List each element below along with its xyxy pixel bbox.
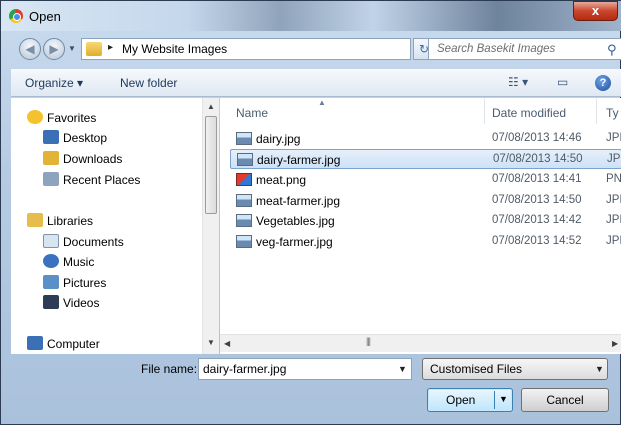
file-type: JPI	[606, 194, 621, 206]
file-name-combobox[interactable]: dairy-farmer.jpg ▼	[198, 358, 412, 380]
file-type: JPI	[607, 153, 621, 165]
open-dialog: Open x ◀ ▶ ▼ ▸ My Website Images ▼ ↻ Sea…	[0, 0, 621, 425]
column-header-type[interactable]: Ty	[606, 98, 619, 124]
image-file-icon	[236, 214, 252, 227]
chrome-icon	[9, 9, 23, 23]
file-name: Vegetables.jpg	[256, 214, 335, 228]
image-file-icon	[237, 153, 253, 166]
file-row-selected[interactable]: dairy-farmer.jpg 07/08/2013 14:50 JPI	[230, 149, 621, 169]
pictures-icon	[43, 275, 59, 289]
nav-item-label: Downloads	[63, 152, 123, 166]
image-file-icon	[236, 235, 252, 248]
help-icon[interactable]: ?	[595, 75, 611, 91]
file-date: 07/08/2013 14:50	[492, 194, 582, 206]
libraries-icon	[27, 213, 43, 227]
open-button-label: Open	[446, 393, 476, 407]
file-type-value: Customised Files	[430, 362, 523, 376]
forward-button[interactable]: ▶	[43, 38, 65, 60]
file-date: 07/08/2013 14:41	[492, 173, 582, 185]
column-header-name[interactable]: Name	[236, 98, 268, 124]
nav-item-label: Desktop	[63, 131, 108, 145]
folder-icon	[86, 42, 102, 56]
file-name: meat.png	[256, 173, 307, 187]
back-button[interactable]: ◀	[19, 38, 41, 60]
title-bar[interactable]: Open x	[1, 1, 621, 31]
address-row: ◀ ▶ ▼ ▸ My Website Images ▼ ↻ Search Bas…	[1, 36, 621, 62]
documents-icon	[43, 234, 59, 248]
address-bar[interactable]: ▸ My Website Images ▼	[81, 38, 486, 60]
scroll-left-icon[interactable]: ◀	[224, 339, 230, 348]
file-list-horizontal-scrollbar[interactable]: ◀ ||| ▶	[220, 334, 621, 352]
scrollbar-grip-icon[interactable]: |||	[366, 336, 371, 346]
file-name: dairy-farmer.jpg	[257, 153, 341, 167]
file-row[interactable]: meat.png 07/08/2013 14:41 PN	[230, 170, 621, 190]
nav-item-label: Documents	[63, 235, 124, 249]
file-date: 07/08/2013 14:50	[493, 153, 583, 165]
new-folder-button[interactable]: New folder	[120, 76, 177, 90]
nav-item-label: Libraries	[47, 214, 94, 228]
nav-pane-scrollbar[interactable]: ▲ ▼	[202, 98, 219, 354]
file-type: PN	[606, 173, 621, 185]
file-type: JPI	[606, 214, 621, 226]
file-type-dropdown-icon[interactable]: ▼	[595, 364, 604, 374]
file-name: meat-farmer.jpg	[256, 194, 341, 208]
scroll-up-icon[interactable]: ▲	[207, 102, 215, 111]
file-date: 07/08/2013 14:46	[492, 132, 582, 144]
star-icon	[27, 110, 43, 124]
desktop-icon	[43, 130, 59, 144]
file-type-select[interactable]: Customised Files ▼	[422, 358, 608, 380]
breadcrumb[interactable]: My Website Images	[122, 42, 227, 56]
scroll-right-icon[interactable]: ▶	[612, 339, 618, 348]
search-icon[interactable]: ⚲	[607, 42, 617, 58]
nav-item-label: Favorites	[47, 111, 97, 125]
recent-places-icon	[43, 172, 59, 186]
file-row[interactable]: Vegetables.jpg 07/08/2013 14:42 JPI	[230, 211, 621, 231]
close-button[interactable]: x	[573, 1, 618, 21]
downloads-icon	[43, 151, 59, 165]
preview-pane-icon[interactable]: ▭	[557, 75, 568, 89]
open-split-divider	[494, 391, 495, 409]
window-title: Open	[29, 9, 61, 24]
column-separator[interactable]	[596, 98, 597, 124]
file-row[interactable]: dairy.jpg 07/08/2013 14:46 JPI	[230, 129, 621, 149]
change-view-icon[interactable]: ☷ ▾	[508, 75, 528, 89]
computer-icon	[27, 336, 43, 350]
image-file-icon	[236, 194, 252, 207]
nav-item-label: Computer	[47, 337, 100, 351]
nav-item-label: Pictures	[63, 276, 107, 290]
nav-item-label: Recent Places	[63, 173, 141, 187]
cancel-button[interactable]: Cancel	[521, 388, 609, 412]
file-name: veg-farmer.jpg	[256, 235, 333, 249]
nav-item-label: Music	[63, 255, 95, 269]
file-row[interactable]: veg-farmer.jpg 07/08/2013 14:52 JPI	[230, 232, 621, 252]
image-file-icon	[236, 132, 252, 145]
file-name-label: File name:	[141, 362, 198, 376]
sort-ascending-icon: ▲	[318, 98, 326, 107]
file-name-value[interactable]: dairy-farmer.jpg	[203, 362, 286, 376]
search-input[interactable]: Search Basekit Images ⚲	[428, 38, 621, 60]
file-name-dropdown-icon[interactable]: ▼	[398, 364, 407, 374]
file-name: dairy.jpg	[256, 132, 301, 146]
navigation-pane: Favorites Desktop Downloads Recent Place…	[11, 98, 219, 354]
file-date: 07/08/2013 14:52	[492, 235, 582, 247]
open-options-dropdown-icon[interactable]: ▼	[499, 394, 508, 404]
png-file-icon	[236, 173, 252, 186]
scrollbar-thumb[interactable]	[205, 116, 217, 214]
recent-pages-dropdown-icon[interactable]: ▼	[68, 44, 76, 53]
nav-item-label: Videos	[63, 296, 100, 310]
file-type: JPI	[606, 132, 621, 144]
organize-button[interactable]: Organize ▾	[25, 76, 83, 90]
videos-icon	[43, 295, 59, 309]
file-row[interactable]: meat-farmer.jpg 07/08/2013 14:50 JPI	[230, 191, 621, 211]
command-bar: Organize ▾ New folder ☷ ▾ ▭ ?	[11, 69, 621, 97]
scroll-down-icon[interactable]: ▼	[207, 338, 215, 347]
music-icon	[43, 254, 59, 268]
file-list: Name ▲ Date modified Ty dairy.jpg 07/08/…	[220, 98, 621, 354]
file-date: 07/08/2013 14:42	[492, 214, 582, 226]
breadcrumb-chevron-icon[interactable]: ▸	[108, 42, 113, 53]
file-type: JPI	[606, 235, 621, 247]
column-header-date-modified[interactable]: Date modified	[492, 98, 566, 124]
search-placeholder: Search Basekit Images	[437, 43, 556, 55]
column-separator[interactable]	[484, 98, 485, 124]
